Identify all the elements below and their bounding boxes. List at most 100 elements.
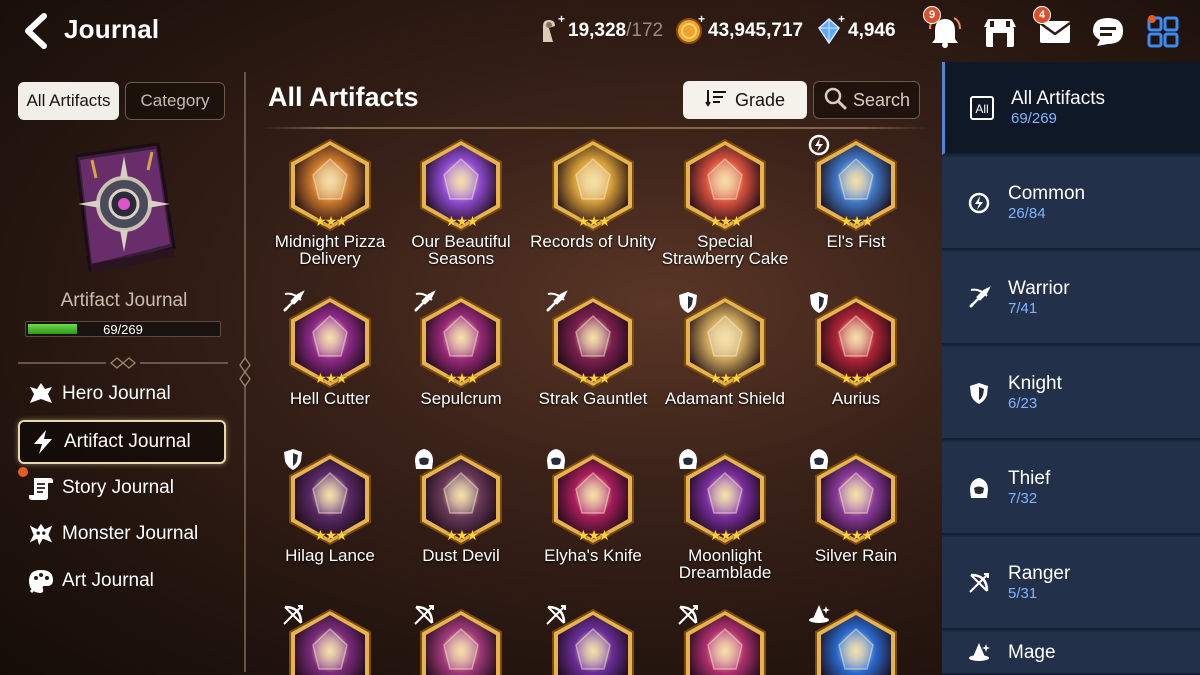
shop-icon[interactable] xyxy=(980,12,1020,52)
category-label: Common xyxy=(1008,182,1086,204)
artifact-card[interactable]: ★★★ Dust Devil xyxy=(396,449,526,565)
artifact-card[interactable]: ★★★ xyxy=(791,605,921,675)
nav-label: Art Journal xyxy=(62,570,154,591)
nav-artifact-journal[interactable]: Artifact Journal xyxy=(18,420,226,464)
nav-label: Artifact Journal xyxy=(64,431,191,452)
tab-all-artifacts[interactable]: All Artifacts xyxy=(18,82,119,120)
artifact-card[interactable]: ★★★ Midnight Pizza Delivery xyxy=(265,137,395,267)
nav-label: Hero Journal xyxy=(62,383,171,404)
category-label: Warrior xyxy=(1008,277,1070,299)
artifact-frame: ★★★ xyxy=(283,290,375,390)
mail-badge: 4 xyxy=(1033,6,1051,24)
rarity-stars: ★★★ xyxy=(709,370,743,386)
rarity-stars: ★★★ xyxy=(840,213,874,229)
artifact-card[interactable]: ★★★ xyxy=(660,605,790,675)
artifact-frame: ★★★ xyxy=(414,290,506,390)
mage-class-icon xyxy=(807,603,833,629)
palette-icon xyxy=(28,568,54,594)
category-warrior[interactable]: Warrior 7/41 xyxy=(942,252,1200,345)
artifact-card[interactable]: ★★★ El's Fist xyxy=(791,134,921,250)
warrior-class-icon xyxy=(964,283,994,313)
progress-text: 69/269 xyxy=(103,322,143,337)
stamina-resource[interactable]: + 19,328/172 xyxy=(536,12,664,46)
warrior-class-icon xyxy=(544,290,570,316)
rarity-stars: ★★★ xyxy=(314,370,348,386)
artifact-name: Dust Devil xyxy=(422,546,500,565)
category-count: 7/32 xyxy=(1008,489,1038,507)
artifact-frame: ★★★ xyxy=(679,292,770,390)
artifact-card[interactable]: ★★★ Elyha's Knife xyxy=(528,449,658,565)
artifact-card[interactable]: ★★★ xyxy=(265,605,395,675)
artifact-card[interactable]: ★★★ Strak Gauntlet xyxy=(528,290,658,407)
artifact-card[interactable]: ★★★ Sepulcrum xyxy=(396,290,526,408)
rarity-stars: ★★★ xyxy=(445,213,479,229)
nav-story-journal[interactable]: Story Journal xyxy=(18,466,226,510)
section-title: All Artifacts xyxy=(268,82,419,112)
search-button[interactable]: Search xyxy=(813,81,920,119)
ranger-class-icon xyxy=(676,603,702,629)
ranger-class-icon xyxy=(544,603,570,629)
scroll-icon xyxy=(28,475,54,501)
journal-label: Artifact Journal xyxy=(60,290,188,311)
category-mage[interactable]: Mage xyxy=(942,632,1200,675)
stamina-icon: + xyxy=(536,12,565,44)
category-all-artifacts[interactable]: All All Artifacts 69/269 xyxy=(942,62,1200,155)
thief-class-icon xyxy=(412,447,438,473)
grade-label: Grade xyxy=(734,89,786,110)
hero-icon xyxy=(28,381,54,407)
artifact-name: Midnight Pizza Delivery xyxy=(274,232,386,268)
chat-icon[interactable] xyxy=(1088,12,1128,52)
warrior-class-icon xyxy=(281,290,307,316)
rarity-stars: ★★★ xyxy=(445,527,479,543)
stamina-max: /172 xyxy=(626,20,664,41)
artifact-card[interactable]: ★★★ Silver Rain xyxy=(791,449,921,564)
thief-class-icon xyxy=(676,447,702,473)
artifact-card[interactable]: ★★★ Our Beautiful Seasons xyxy=(396,137,526,267)
category-count: 7/41 xyxy=(1008,299,1038,317)
nav-monster-journal[interactable]: Monster Journal xyxy=(18,512,226,556)
category-common[interactable]: Common 26/84 xyxy=(942,157,1200,250)
artifact-frame: ★★★ xyxy=(283,605,375,675)
rarity-stars: ★★★ xyxy=(314,213,348,229)
artifact-card[interactable]: ★★★ xyxy=(528,605,658,675)
category-label: Ranger xyxy=(1008,562,1071,584)
artifact-name: Elyha's Knife xyxy=(544,546,642,565)
tab-category[interactable]: Category xyxy=(125,82,225,120)
gold-resource[interactable]: + 43,945,717 xyxy=(676,12,803,46)
ranger-class-icon xyxy=(964,568,994,598)
nav-art-journal[interactable]: Art Journal xyxy=(18,559,226,603)
category-ranger[interactable]: Ranger 5/31 xyxy=(942,537,1200,630)
category-label: All Artifacts xyxy=(1011,87,1105,109)
panel-divider xyxy=(238,72,252,672)
nav-label: Story Journal xyxy=(62,477,174,498)
rarity-stars: ★★★ xyxy=(445,370,479,386)
artifact-name: Special Strawberry Cake xyxy=(661,232,789,268)
artifact-card[interactable]: ★★★ Records of Unity xyxy=(528,137,658,250)
artifact-frame: ★★★ xyxy=(548,137,638,233)
artifact-name: Sepulcrum xyxy=(420,389,502,408)
category-thief[interactable]: Thief 7/32 xyxy=(942,442,1200,535)
artifact-card[interactable]: ★★★ Moonlight Dreamblade xyxy=(660,449,790,581)
artifact-card[interactable]: ★★★ Hell Cutter xyxy=(265,290,395,407)
ornament-divider xyxy=(18,356,228,369)
category-knight[interactable]: Knight 6/23 xyxy=(942,347,1200,440)
category-label: Knight xyxy=(1008,372,1062,394)
rarity-stars: ★★★ xyxy=(577,213,611,229)
artifact-card[interactable]: ★★★ xyxy=(396,605,526,675)
artifact-card[interactable]: ★★★ Special Strawberry Cake xyxy=(660,137,790,267)
nav-hero-journal[interactable]: Hero Journal xyxy=(18,372,226,416)
lightning-icon xyxy=(30,429,56,455)
notification-bell-icon[interactable]: 9 xyxy=(923,6,965,52)
category-label: Thief xyxy=(1008,467,1051,489)
category-count: 69/269 xyxy=(1011,109,1057,127)
menu-grid-icon[interactable] xyxy=(1143,12,1183,52)
category-count: 26/84 xyxy=(1008,204,1046,222)
back-arrow-icon[interactable] xyxy=(18,12,54,50)
artifact-card[interactable]: ★★★ Hilag Lance xyxy=(265,449,395,564)
nav-label: Monster Journal xyxy=(62,523,199,544)
crystal-resource[interactable]: + 4,946 xyxy=(816,12,896,46)
grade-sort-button[interactable]: Grade xyxy=(683,81,807,119)
mail-icon[interactable]: 4 xyxy=(1033,6,1075,52)
artifact-card[interactable]: ★★★ Aurius xyxy=(791,292,921,407)
artifact-card[interactable]: ★★★ Adamant Shield xyxy=(660,292,790,407)
